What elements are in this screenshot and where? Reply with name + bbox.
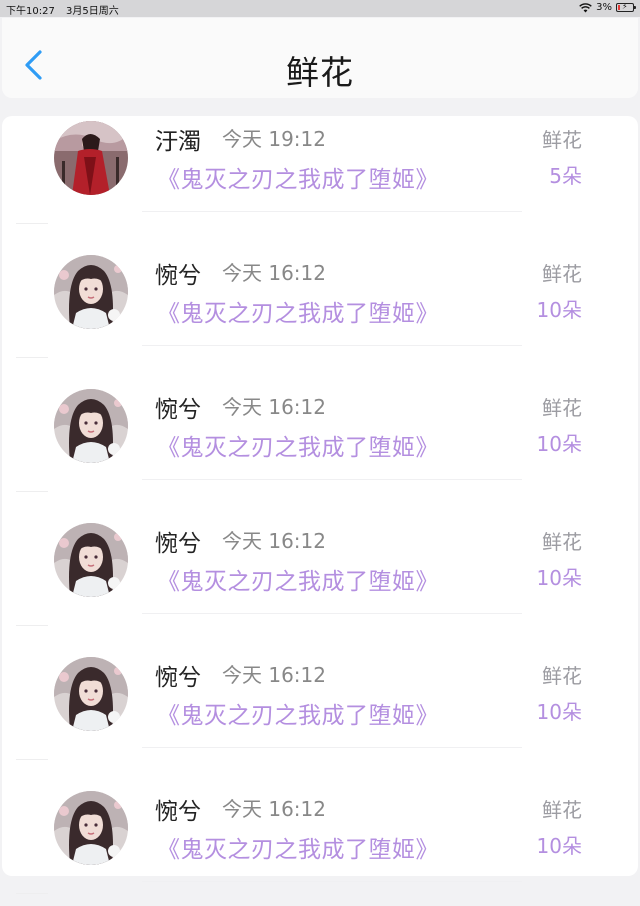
avatar[interactable] bbox=[54, 389, 128, 463]
divider bbox=[142, 479, 522, 480]
avatar[interactable] bbox=[54, 121, 128, 195]
gift-name: 鲜花 bbox=[542, 128, 582, 152]
gift-count: 10朵 bbox=[536, 834, 582, 858]
gift-count: 5朵 bbox=[549, 164, 582, 188]
divider bbox=[142, 613, 522, 614]
gift-count: 10朵 bbox=[536, 432, 582, 456]
avatar[interactable] bbox=[54, 657, 128, 731]
list-item[interactable]: 惋兮 今天 16:12 《鬼灭之刃之我成了堕姬》 鲜花 10朵 bbox=[2, 504, 638, 638]
avatar-image bbox=[54, 657, 128, 731]
timestamp: 今天 16:12 bbox=[222, 395, 326, 419]
divider bbox=[142, 881, 522, 882]
gift-name: 鲜花 bbox=[542, 530, 582, 554]
username: 惋兮 bbox=[155, 799, 201, 825]
wifi-icon bbox=[579, 2, 592, 12]
book-title-link[interactable]: 《鬼灭之刃之我成了堕姬》 bbox=[157, 562, 439, 596]
status-date: 3月5日周六 bbox=[66, 6, 119, 17]
username: 惋兮 bbox=[155, 531, 201, 557]
avatar[interactable] bbox=[54, 255, 128, 329]
avatar-image bbox=[54, 255, 128, 329]
list-item[interactable]: 惋兮 今天 16:12 《鬼灭之刃之我成了堕姬》 鲜花 10朵 bbox=[2, 638, 638, 772]
gift-record-list: 汙濁 今天 19:12 《鬼灭之刃之我成了堕姬》 鲜花 5朵 惋兮 今天 16:… bbox=[2, 116, 638, 894]
divider bbox=[16, 357, 48, 358]
book-title-link[interactable]: 《鬼灭之刃之我成了堕姬》 bbox=[157, 696, 439, 730]
gift-name: 鲜花 bbox=[542, 396, 582, 420]
page-title: 鲜花 bbox=[286, 53, 354, 92]
gift-name: 鲜花 bbox=[542, 664, 582, 688]
divider bbox=[16, 491, 48, 492]
username: 汙濁 bbox=[155, 129, 201, 155]
divider bbox=[16, 625, 48, 626]
divider bbox=[16, 759, 48, 760]
gift-count: 10朵 bbox=[536, 566, 582, 590]
avatar[interactable] bbox=[54, 791, 128, 865]
list-item[interactable]: 惋兮 今天 16:12 《鬼灭之刃之我成了堕姬》 鲜花 10朵 bbox=[2, 236, 638, 370]
battery-icon: ⚡ bbox=[616, 2, 636, 12]
gift-name: 鲜花 bbox=[542, 262, 582, 286]
divider bbox=[142, 345, 522, 346]
avatar-image bbox=[54, 791, 128, 865]
timestamp: 今天 16:12 bbox=[222, 261, 326, 285]
avatar-image bbox=[54, 389, 128, 463]
status-right: 3% ⚡ bbox=[579, 2, 636, 13]
list-item[interactable]: 惋兮 今天 16:12 《鬼灭之刃之我成了堕姬》 鲜花 10朵 bbox=[2, 772, 638, 906]
avatar-image bbox=[54, 121, 128, 195]
status-bar: 下午10:27 3月5日周六 3% ⚡ bbox=[0, 0, 640, 17]
timestamp: 今天 16:12 bbox=[222, 663, 326, 687]
gift-name: 鲜花 bbox=[542, 798, 582, 822]
battery-percent: 3% bbox=[596, 2, 612, 13]
divider bbox=[142, 747, 522, 748]
divider bbox=[16, 223, 48, 224]
divider bbox=[16, 893, 48, 894]
username: 惋兮 bbox=[155, 665, 201, 691]
book-title-link[interactable]: 《鬼灭之刃之我成了堕姬》 bbox=[157, 294, 439, 328]
timestamp: 今天 16:12 bbox=[222, 797, 326, 821]
list-item[interactable]: 惋兮 今天 16:12 《鬼灭之刃之我成了堕姬》 鲜花 10朵 bbox=[2, 370, 638, 504]
book-title-link[interactable]: 《鬼灭之刃之我成了堕姬》 bbox=[157, 160, 439, 194]
nav-bar: 鲜花 bbox=[2, 18, 638, 98]
username: 惋兮 bbox=[155, 397, 201, 423]
timestamp: 今天 16:12 bbox=[222, 529, 326, 553]
status-time: 下午10:27 bbox=[6, 6, 55, 17]
list-item[interactable]: 汙濁 今天 19:12 《鬼灭之刃之我成了堕姬》 鲜花 5朵 bbox=[2, 102, 638, 236]
status-left: 下午10:27 3月5日周六 bbox=[6, 2, 127, 17]
book-title-link[interactable]: 《鬼灭之刃之我成了堕姬》 bbox=[157, 428, 439, 462]
avatar[interactable] bbox=[54, 523, 128, 597]
divider bbox=[142, 211, 522, 212]
avatar-image bbox=[54, 523, 128, 597]
gift-count: 10朵 bbox=[536, 700, 582, 724]
book-title-link[interactable]: 《鬼灭之刃之我成了堕姬》 bbox=[157, 830, 439, 864]
timestamp: 今天 19:12 bbox=[222, 127, 326, 151]
gift-count: 10朵 bbox=[536, 298, 582, 322]
username: 惋兮 bbox=[155, 263, 201, 289]
